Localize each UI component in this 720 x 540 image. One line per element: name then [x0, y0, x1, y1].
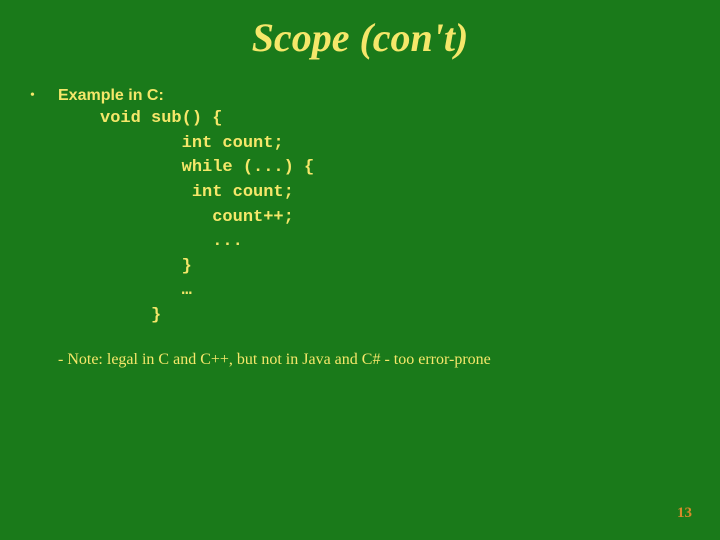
- code-line: }: [100, 257, 192, 276]
- code-line: }: [100, 306, 161, 325]
- bullet-label: Example in C:: [58, 87, 164, 105]
- code-line: while (...) {: [100, 158, 314, 177]
- slide-content: • Example in C: void sub() { int count; …: [0, 67, 720, 369]
- bullet-marker: •: [30, 87, 58, 104]
- code-line: ...: [100, 232, 243, 251]
- slide: Scope (con't) • Example in C: void sub()…: [0, 0, 720, 540]
- slide-title: Scope (con't): [0, 0, 720, 67]
- code-line: int count;: [100, 183, 294, 202]
- code-line: void sub() {: [100, 109, 222, 128]
- code-line: int count;: [100, 134, 284, 153]
- code-line: count++;: [100, 208, 294, 227]
- page-number: 13: [677, 505, 692, 522]
- code-block: void sub() { int count; while (...) { in…: [100, 107, 690, 329]
- code-line: …: [100, 281, 192, 300]
- note-text: - Note: legal in C and C++, but not in J…: [58, 351, 690, 369]
- bullet-row: • Example in C:: [30, 87, 690, 105]
